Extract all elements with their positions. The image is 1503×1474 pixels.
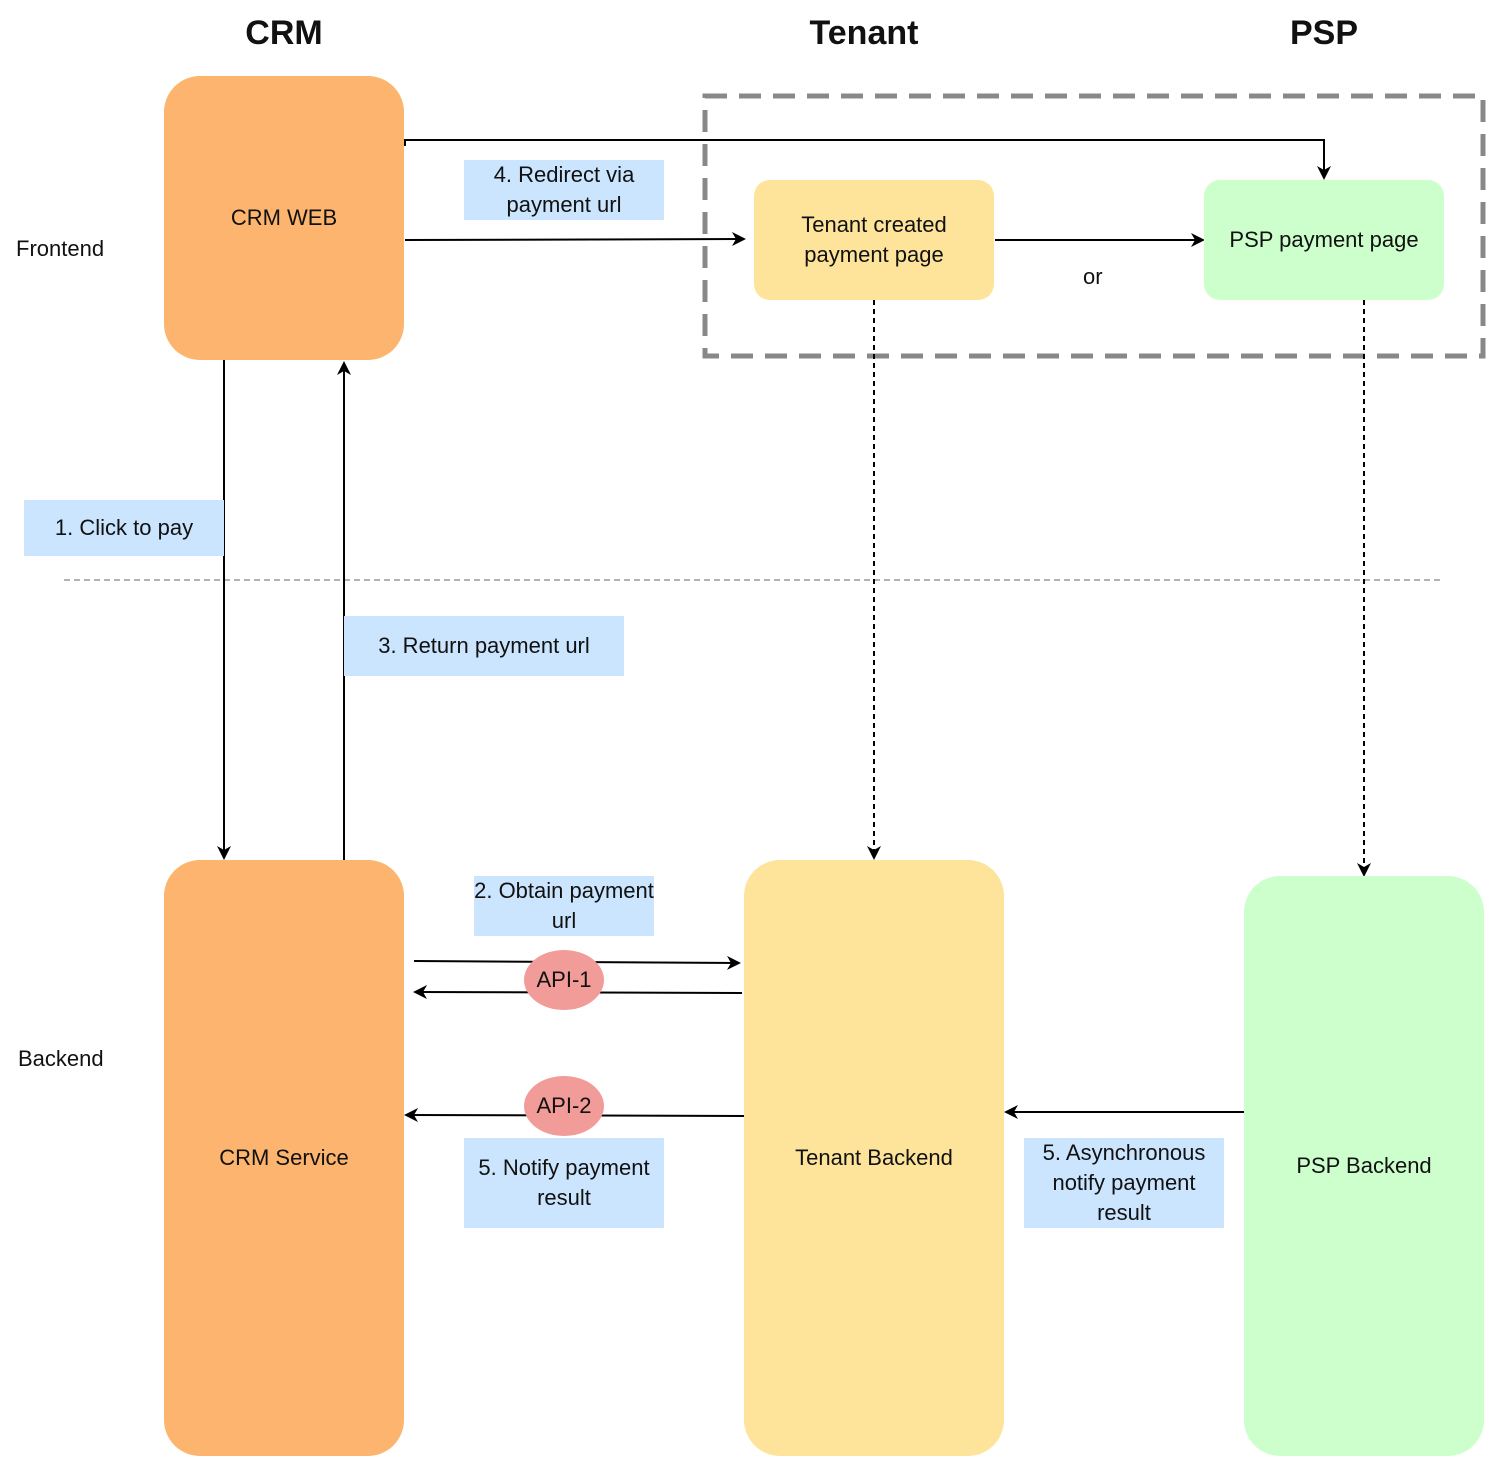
- note-step3-return-payment-url: 3. Return payment url: [344, 616, 624, 676]
- node-crm-web[interactable]: CRM WEB: [164, 76, 404, 360]
- note-step4-redirect: 4. Redirect via payment url: [464, 160, 664, 220]
- note-step1-click-to-pay: 1. Click to pay: [24, 500, 224, 556]
- node-crm-web-label: CRM WEB: [230, 205, 338, 230]
- node-psp-backend-label: PSP Backend: [1296, 1153, 1432, 1178]
- node-crm-service[interactable]: CRM Service: [164, 860, 404, 1456]
- note-step2-obtain-payment-url: 2. Obtain payment url: [474, 876, 654, 936]
- node-tenant-backend[interactable]: Tenant Backend: [744, 860, 1004, 1456]
- note-step5-async-notify: 5. Asynchronous notify payment result: [1024, 1138, 1224, 1228]
- node-psp-backend[interactable]: PSP Backend: [1244, 876, 1484, 1456]
- api2-badge: API-2: [524, 1076, 604, 1136]
- node-psp-payment-page-label: PSP payment page: [1229, 227, 1419, 252]
- column-header-tenant: Tenant: [809, 14, 919, 52]
- node-psp-payment-page[interactable]: PSP payment page: [1204, 180, 1444, 300]
- node-tenant-payment-page-label: Tenant created payment page: [801, 212, 947, 267]
- layer-label-backend: Backend: [18, 1046, 104, 1071]
- note-step5-notify-result: 5. Notify payment result: [464, 1138, 664, 1228]
- column-header-psp: PSP: [1289, 14, 1359, 52]
- api1-badge: API-1: [524, 950, 604, 1010]
- arrow-crmweb-to-tenant-page: [404, 232, 746, 247]
- node-tenant-backend-label: Tenant Backend: [795, 1145, 953, 1170]
- layer-label-frontend: Frontend: [16, 236, 105, 261]
- node-tenant-payment-page[interactable]: Tenant created payment page: [754, 180, 994, 300]
- column-header-crm: CRM: [245, 14, 323, 52]
- node-crm-service-label: CRM Service: [219, 1145, 349, 1170]
- connector-label-or: or: [1083, 264, 1103, 289]
